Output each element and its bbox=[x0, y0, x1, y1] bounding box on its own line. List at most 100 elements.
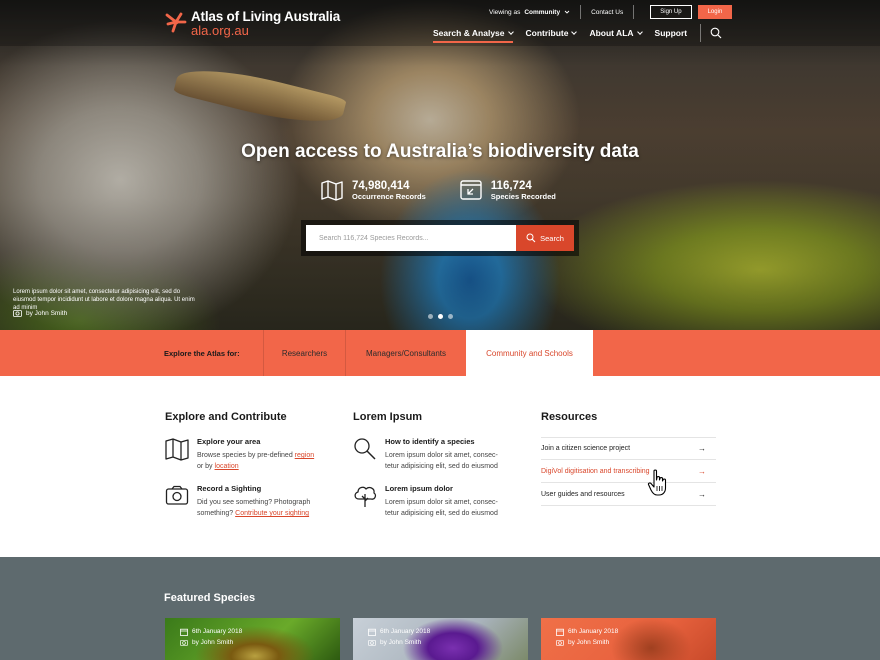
divider bbox=[580, 5, 582, 19]
card-author-row: by John Smith bbox=[180, 637, 242, 648]
chevron-down-icon bbox=[507, 29, 514, 35]
hero-title: Open access to Australia’s biodiversity … bbox=[241, 141, 639, 162]
ala-logo-icon bbox=[165, 12, 187, 33]
section-heading: Featured Species bbox=[164, 592, 256, 604]
hand-cursor-icon bbox=[647, 469, 667, 496]
camera-icon bbox=[180, 639, 188, 646]
magnifier-icon bbox=[354, 438, 376, 460]
feature-title[interactable]: Explore your area bbox=[197, 437, 314, 447]
resource-link-citizen-science[interactable]: Join a citizen science project → bbox=[541, 437, 716, 460]
featured-species-card[interactable]: 6th January 2018 by John Smith bbox=[165, 618, 340, 660]
feature-text: tetur adipisicing elit, sed do eiusmod bbox=[385, 510, 498, 517]
chevron-down-icon bbox=[571, 29, 578, 35]
featured-species-card[interactable]: 6th January 2018 by John Smith bbox=[353, 618, 528, 660]
site-logo[interactable]: Atlas of Living Australia ala.org.au bbox=[165, 9, 340, 37]
photo-credit: by John Smith bbox=[13, 309, 67, 317]
carousel-dot[interactable] bbox=[448, 314, 453, 319]
column-heading: Lorem Ipsum bbox=[353, 411, 423, 423]
feature-description: Browse species by pre-defined region or … bbox=[197, 450, 314, 472]
viewing-as-dropdown[interactable]: Viewing as Community bbox=[489, 9, 570, 16]
card-date-row: 6th January 2018 bbox=[556, 626, 618, 637]
card-meta: 6th January 2018 by John Smith bbox=[368, 626, 430, 648]
camera-icon bbox=[556, 639, 564, 646]
nav-label: About ALA bbox=[589, 28, 634, 38]
card-author: by John Smith bbox=[380, 639, 422, 646]
explore-audience-bar: Explore the Atlas for: Researchers Manag… bbox=[0, 330, 880, 376]
nav-about-ala[interactable]: About ALA bbox=[589, 25, 643, 41]
arrow-right-icon: → bbox=[698, 444, 706, 453]
tab-managers-consultants[interactable]: Managers/Consultants bbox=[345, 330, 466, 376]
viewing-as-label: Viewing as bbox=[489, 8, 521, 16]
feature-title[interactable]: Lorem ipsum dolor bbox=[385, 484, 498, 494]
feature-lorem-ipsum-dolor: Lorem ipsum dolor Lorem ipsum dolor sit … bbox=[353, 484, 523, 519]
stat-label: Occurrence Records bbox=[352, 191, 426, 201]
feature-text: Lorem ipsum dolor sit amet, consec- bbox=[385, 499, 498, 506]
chevron-down-icon bbox=[636, 29, 643, 35]
tab-community-schools[interactable]: Community and Schools bbox=[466, 330, 593, 376]
signup-button[interactable]: Sign Up bbox=[650, 5, 692, 19]
stat-label: Species Recorded bbox=[490, 191, 556, 201]
contact-us-link[interactable]: Contact Us bbox=[591, 9, 623, 16]
camera-icon bbox=[13, 310, 22, 317]
featured-species-card[interactable]: 6th January 2018 by John Smith bbox=[541, 618, 716, 660]
divider bbox=[633, 5, 635, 19]
main-nav: Search & Analyse Contribute About ALA Su… bbox=[433, 24, 722, 43]
resource-link-digivol[interactable]: DigiVol digitisation and transcribing → bbox=[541, 460, 716, 483]
carousel-dot[interactable] bbox=[428, 314, 433, 319]
nav-support[interactable]: Support bbox=[655, 25, 688, 41]
resource-label: DigiVol digitisation and transcribing bbox=[541, 467, 650, 475]
search-icon bbox=[526, 233, 536, 243]
search-button[interactable]: Search bbox=[516, 225, 574, 251]
feature-text: something? bbox=[197, 510, 236, 517]
resource-link-user-guides[interactable]: User guides and resources → bbox=[541, 483, 716, 506]
carousel-dot-active[interactable] bbox=[438, 314, 443, 319]
feature-title[interactable]: How to identify a species bbox=[385, 437, 498, 447]
featured-species-section: Featured Species 6th January 2018 by Joh… bbox=[0, 557, 880, 660]
card-date-row: 6th January 2018 bbox=[180, 626, 242, 637]
hero-overlay bbox=[0, 0, 880, 330]
stat-species-recorded: 116,724 Species Recorded bbox=[459, 178, 556, 202]
camera-icon bbox=[368, 639, 376, 646]
site-title: Atlas of Living Australia bbox=[191, 9, 341, 24]
divider bbox=[700, 24, 702, 42]
camera-icon bbox=[165, 485, 189, 505]
stat-occurrence-records: 74,980,414 Occurrence Records bbox=[320, 178, 426, 202]
nav-search-analyse[interactable]: Search & Analyse bbox=[433, 25, 514, 43]
nav-contribute[interactable]: Contribute bbox=[526, 25, 578, 41]
carousel-dots bbox=[428, 314, 453, 319]
hero-banner: Atlas of Living Australia ala.org.au Vie… bbox=[0, 0, 880, 330]
location-link[interactable]: location bbox=[215, 463, 239, 470]
card-author-row: by John Smith bbox=[556, 637, 618, 648]
map-icon bbox=[165, 438, 189, 461]
species-search-input[interactable] bbox=[306, 225, 516, 251]
feature-description: Did you see something? Photograph someth… bbox=[197, 497, 310, 519]
chevron-down-icon bbox=[564, 10, 570, 14]
hero-stats: 74,980,414 Occurrence Records 116,724 Sp… bbox=[320, 178, 589, 202]
resource-label: User guides and resources bbox=[541, 490, 625, 498]
explore-label: Explore the Atlas for: bbox=[164, 348, 240, 358]
search-icon[interactable] bbox=[710, 27, 722, 39]
viewing-as-value: Community bbox=[524, 8, 561, 16]
feature-text: or by bbox=[197, 463, 215, 470]
feature-description: Lorem ipsum dolor sit amet, consec- tetu… bbox=[385, 450, 498, 472]
calendar-icon bbox=[180, 628, 188, 636]
site-url: ala.org.au bbox=[191, 23, 249, 38]
column-heading: Resources bbox=[541, 411, 598, 423]
stat-value: 116,724 bbox=[490, 179, 532, 192]
feature-text: Lorem ipsum dolor sit amet, consec- bbox=[385, 452, 498, 459]
calendar-icon bbox=[556, 628, 564, 636]
photographer-name: by John Smith bbox=[26, 309, 68, 317]
audience-tabs: Researchers Managers/Consultants Communi… bbox=[263, 330, 593, 376]
region-link[interactable]: region bbox=[295, 452, 314, 459]
card-date: 6th January 2018 bbox=[380, 628, 431, 635]
nav-label: Support bbox=[654, 28, 688, 38]
utility-bar: Viewing as Community Contact Us Sign Up … bbox=[489, 5, 733, 19]
contribute-sighting-link[interactable]: Contribute your sighting bbox=[235, 510, 309, 517]
tab-researchers[interactable]: Researchers bbox=[263, 330, 345, 376]
feature-text: Did you see something? Photograph bbox=[197, 499, 311, 506]
card-date: 6th January 2018 bbox=[568, 628, 619, 635]
tree-icon bbox=[354, 486, 377, 507]
login-button[interactable]: Login bbox=[697, 5, 733, 19]
feature-title[interactable]: Record a Sighting bbox=[197, 484, 310, 494]
stat-value: 74,980,414 bbox=[352, 179, 410, 192]
